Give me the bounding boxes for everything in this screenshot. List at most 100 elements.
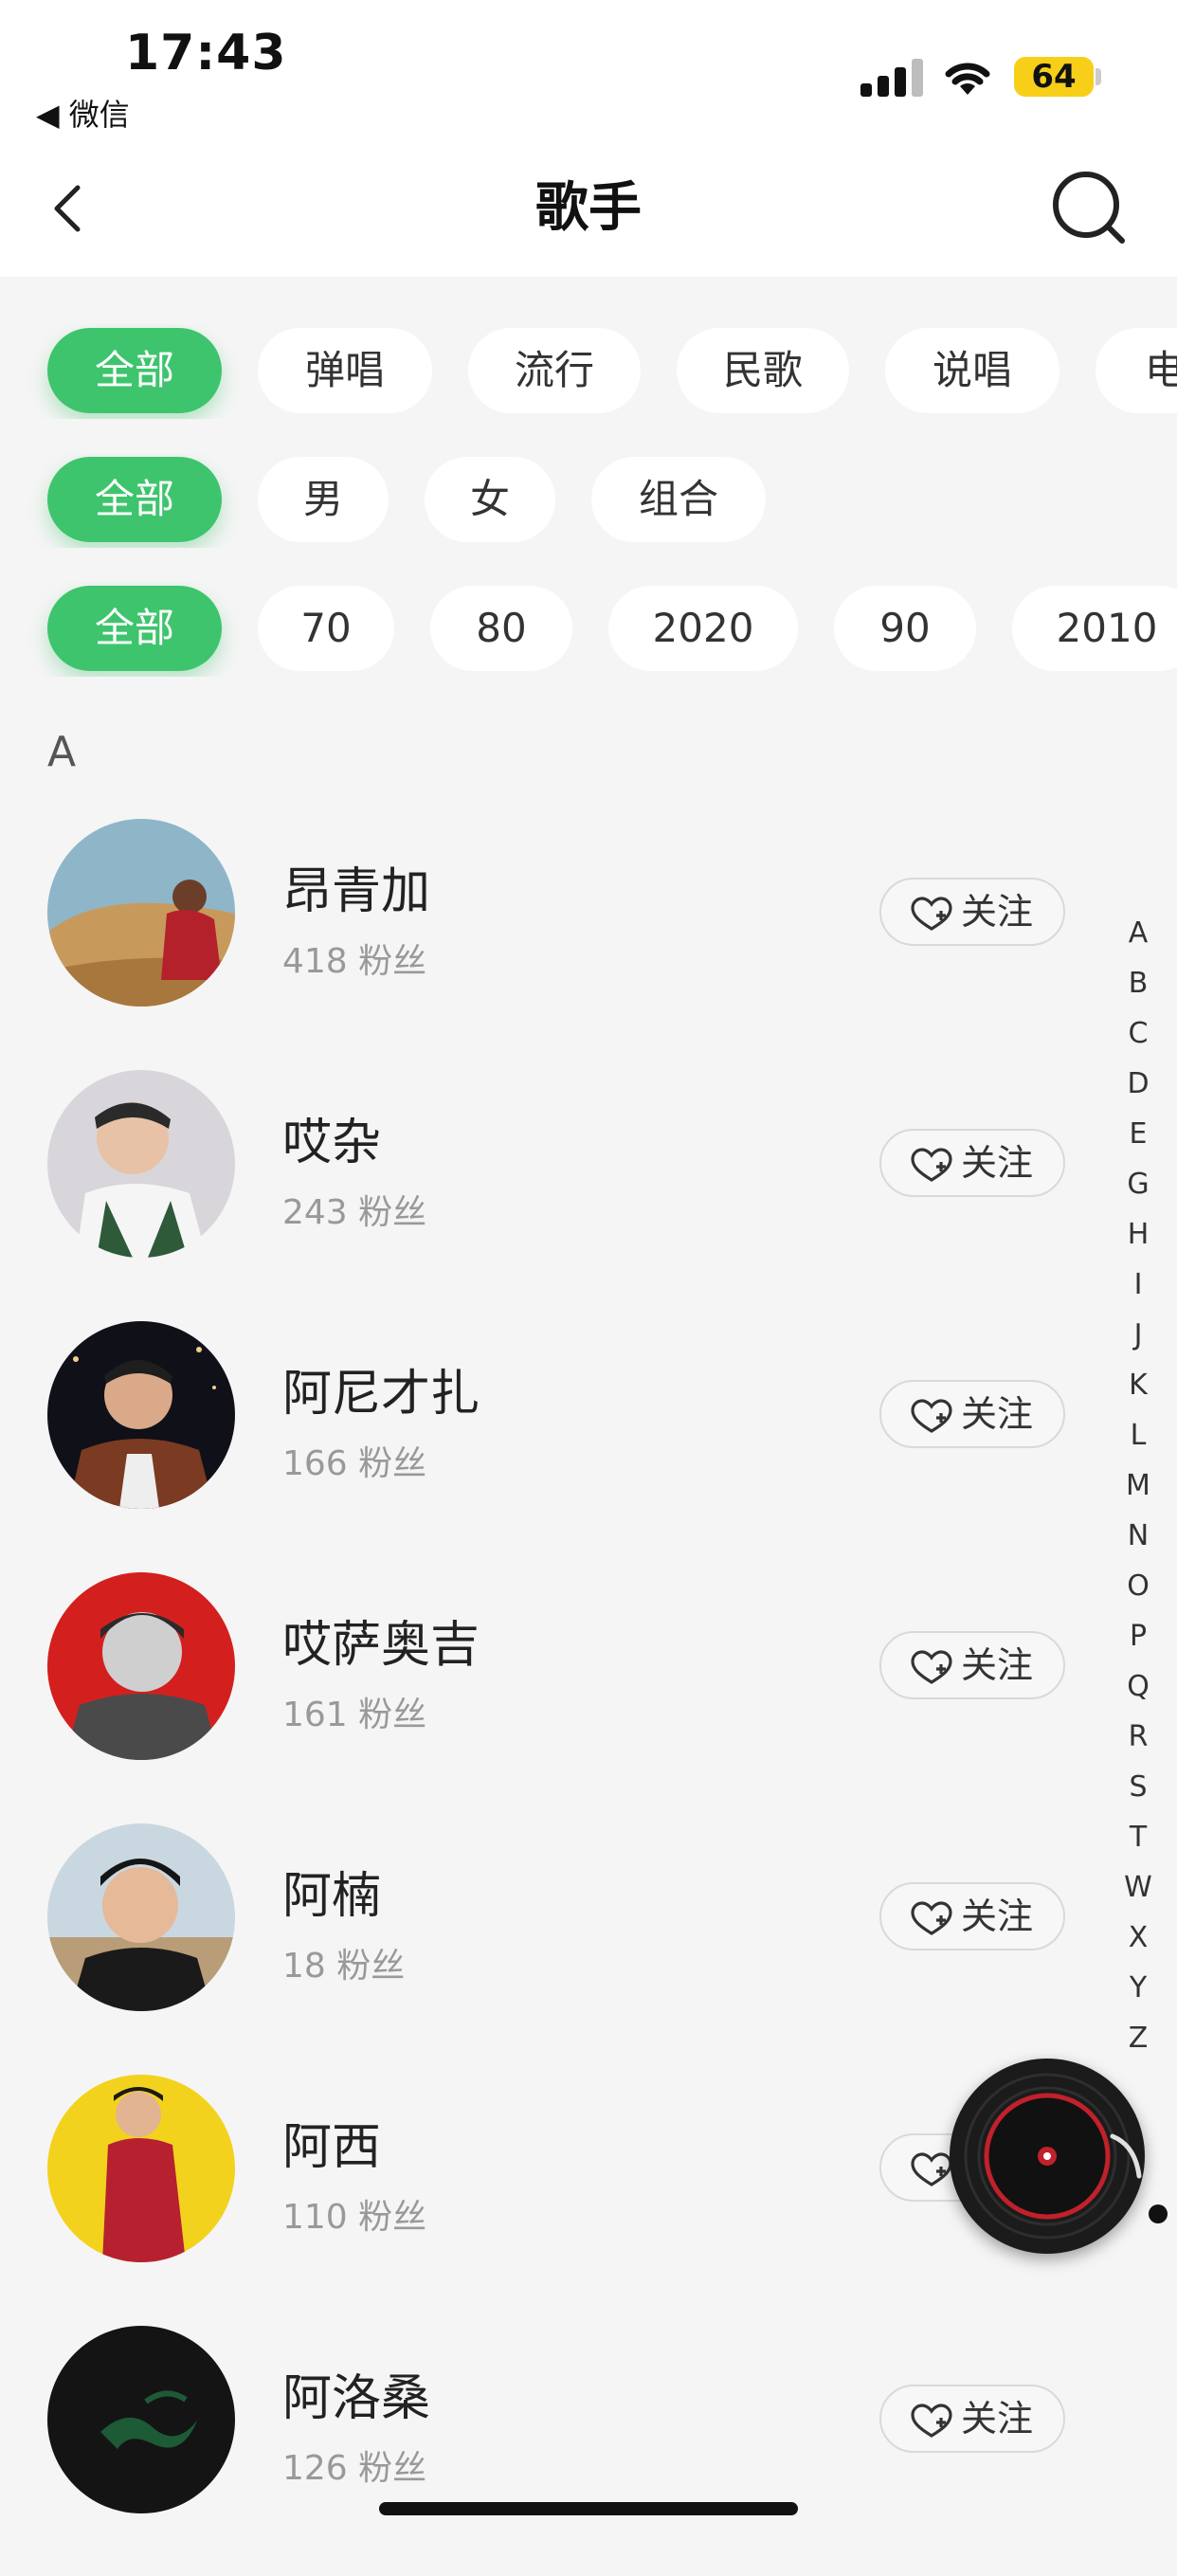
home-indicator	[379, 2502, 798, 2515]
search-icon[interactable]	[1050, 169, 1128, 246]
index-letter[interactable]: C	[1118, 1008, 1158, 1059]
index-letter[interactable]: E	[1118, 1109, 1158, 1159]
heart-plus-icon	[911, 1399, 952, 1433]
artist-row[interactable]: 阿洛桑 126 粉丝 关注	[0, 2326, 1177, 2576]
artist-row[interactable]: 哎萨奥吉 161 粉丝 关注	[0, 1572, 1177, 1823]
index-letter[interactable]: H	[1118, 1209, 1158, 1260]
artist-row[interactable]: 阿楠 18 粉丝 关注	[0, 1823, 1177, 2074]
artist-name: 哎杂	[282, 1115, 382, 1171]
artist-avatar	[47, 1572, 235, 1760]
index-letter[interactable]: R	[1118, 1712, 1158, 1762]
genre-filter-row: 全部 弹唱 流行 民歌 说唱 电	[0, 324, 1177, 419]
index-letter[interactable]: G	[1118, 1159, 1158, 1209]
index-letter[interactable]: T	[1118, 1812, 1158, 1862]
section-header-letter: A	[47, 728, 77, 776]
index-letter[interactable]: P	[1118, 1611, 1158, 1661]
status-bar: 17:43 ◀ 微信 64	[0, 0, 1177, 142]
genre-chip[interactable]: 民歌	[677, 328, 849, 413]
player-status-dot	[1149, 2204, 1168, 2223]
artist-avatar	[47, 1321, 235, 1509]
index-letter[interactable]: A	[1118, 908, 1158, 958]
artist-row[interactable]: 哎杂 243 粉丝 关注	[0, 1070, 1177, 1320]
follow-label: 关注	[961, 1644, 1034, 1686]
index-letter[interactable]: W	[1118, 1862, 1158, 1913]
index-letter[interactable]: L	[1118, 1410, 1158, 1460]
status-time: 17:43	[125, 25, 287, 82]
gender-filter-row: 全部 男 女 组合	[0, 453, 1177, 548]
vinyl-player-icon[interactable]	[950, 2059, 1145, 2254]
gender-chip[interactable]: 组合	[591, 457, 766, 542]
genre-chip[interactable]: 流行	[468, 328, 641, 413]
gender-chip[interactable]: 男	[258, 457, 389, 542]
follow-button[interactable]: 关注	[879, 2385, 1065, 2453]
genre-chip[interactable]: 电	[1096, 328, 1177, 413]
index-letter[interactable]: Y	[1118, 1963, 1158, 2013]
battery-level: 64	[1014, 57, 1094, 97]
artist-fans-count: 166 粉丝	[282, 1444, 427, 1483]
page-title: 歌手	[535, 177, 642, 239]
era-chip[interactable]: 80	[430, 586, 572, 671]
index-letter[interactable]: N	[1118, 1511, 1158, 1561]
follow-label: 关注	[961, 1142, 1034, 1184]
gender-chip[interactable]: 女	[425, 457, 555, 542]
index-letter[interactable]: J	[1118, 1310, 1158, 1360]
artist-row[interactable]: 阿尼才扎 166 粉丝 关注	[0, 1321, 1177, 1571]
index-letter[interactable]: Z	[1118, 2013, 1158, 2063]
artist-fans-count: 418 粉丝	[282, 942, 427, 981]
follow-button[interactable]: 关注	[879, 878, 1065, 946]
era-chip[interactable]: 70	[258, 586, 394, 671]
artist-name: 阿楠	[282, 1868, 382, 1925]
genre-chip[interactable]: 说唱	[885, 328, 1059, 413]
artist-name: 哎萨奥吉	[282, 1617, 480, 1674]
era-chip[interactable]: 2010	[1012, 586, 1177, 671]
follow-button[interactable]: 关注	[879, 1882, 1065, 1950]
gender-chip-all[interactable]: 全部	[47, 457, 222, 542]
wifi-icon	[945, 63, 990, 95]
index-letter[interactable]: K	[1118, 1360, 1158, 1410]
index-letter[interactable]: I	[1118, 1260, 1158, 1310]
index-letter[interactable]: Q	[1118, 1661, 1158, 1712]
artist-fans-count: 243 粉丝	[282, 1193, 427, 1232]
era-chip[interactable]: 90	[834, 586, 976, 671]
nav-bar: 歌手	[0, 142, 1177, 277]
cellular-signal-icon	[860, 57, 923, 97]
follow-button[interactable]: 关注	[879, 1129, 1065, 1197]
artist-name: 阿尼才扎	[282, 1366, 480, 1423]
follow-label: 关注	[961, 1896, 1034, 1937]
artist-name: 昂青加	[282, 863, 431, 920]
index-letter[interactable]: X	[1118, 1913, 1158, 1963]
heart-plus-icon	[911, 897, 952, 931]
heart-plus-icon	[911, 1650, 952, 1684]
era-filter-row: 全部 70 80 2020 90 2010	[0, 582, 1177, 677]
heart-plus-icon	[911, 2152, 952, 2186]
genre-chip-label: 电	[1145, 347, 1177, 393]
era-chip-all[interactable]: 全部	[47, 586, 222, 671]
heart-plus-icon	[911, 1901, 952, 1935]
follow-button[interactable]: 关注	[879, 1380, 1065, 1448]
artist-name: 阿洛桑	[282, 2370, 431, 2427]
follow-label: 关注	[961, 2398, 1034, 2440]
battery-cap-icon	[1096, 68, 1101, 85]
artist-avatar	[47, 1070, 235, 1258]
back-to-wechat-link[interactable]: ◀ 微信	[36, 91, 130, 135]
artist-avatar	[47, 2326, 235, 2513]
genre-chip[interactable]: 弹唱	[258, 328, 432, 413]
artist-fans-count: 110 粉丝	[282, 2198, 427, 2237]
index-letter[interactable]: B	[1118, 958, 1158, 1008]
index-letter[interactable]: M	[1118, 1460, 1158, 1511]
follow-button[interactable]: 关注	[879, 1631, 1065, 1699]
index-letter[interactable]: D	[1118, 1059, 1158, 1109]
artist-fans-count: 18 粉丝	[282, 1947, 406, 1986]
heart-plus-icon	[911, 1148, 952, 1182]
genre-chip-all[interactable]: 全部	[47, 328, 222, 413]
era-chip[interactable]: 2020	[608, 586, 798, 671]
follow-label: 关注	[961, 891, 1034, 933]
artist-avatar	[47, 2075, 235, 2262]
artist-avatar	[47, 819, 235, 1007]
follow-label: 关注	[961, 1393, 1034, 1435]
heart-plus-icon	[911, 2404, 952, 2438]
index-letter[interactable]: S	[1118, 1762, 1158, 1812]
artist-row[interactable]: 昂青加 418 粉丝 关注	[0, 819, 1177, 1069]
artist-fans-count: 161 粉丝	[282, 1696, 427, 1734]
index-letter[interactable]: O	[1118, 1561, 1158, 1611]
